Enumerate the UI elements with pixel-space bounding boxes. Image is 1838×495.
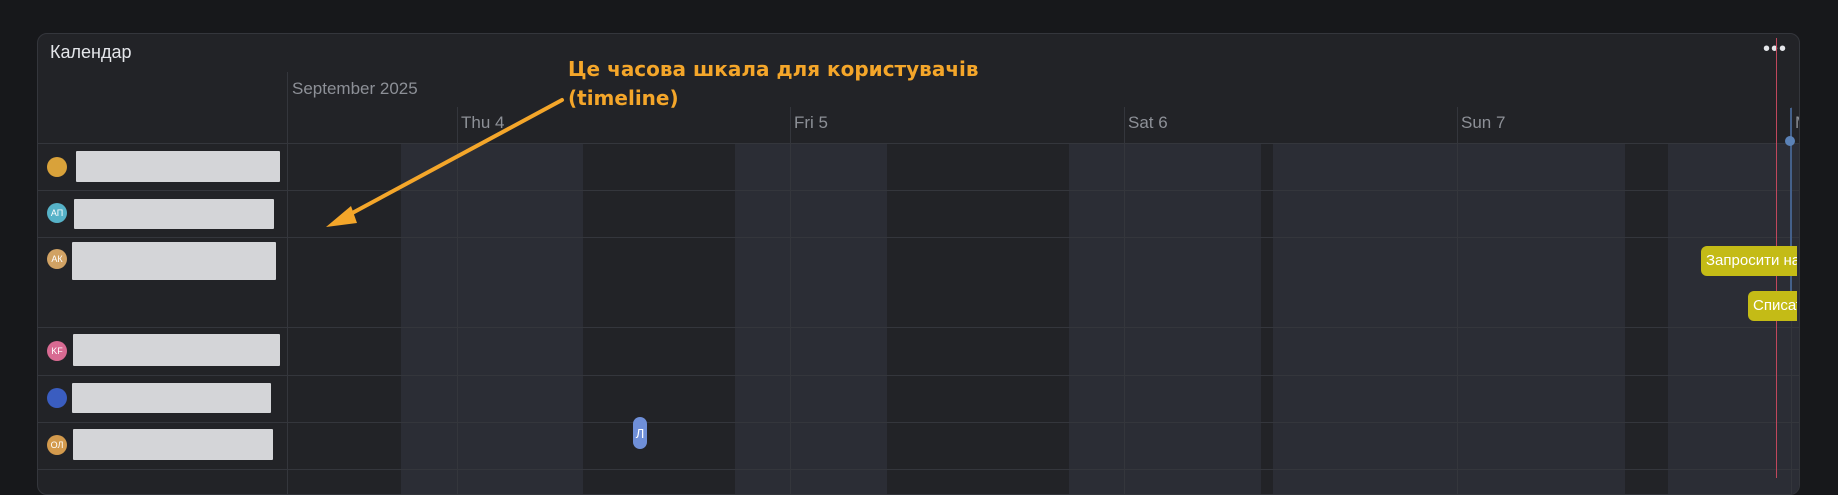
annotation-arrow-icon [326,98,564,227]
